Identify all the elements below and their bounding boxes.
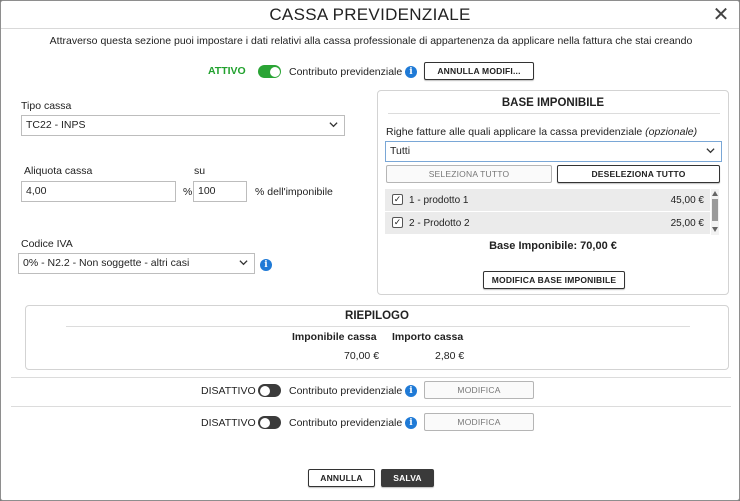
base-imponibile-title: BASE IMPONIBILE bbox=[501, 97, 605, 109]
contributo3-info-icon[interactable]: i bbox=[405, 417, 417, 429]
chevron-down-icon bbox=[706, 148, 715, 154]
aliquota-input[interactable]: 4,00 bbox=[21, 181, 176, 202]
codice-iva-select[interactable]: 0% - N2.2 - Non soggette - altri casi bbox=[18, 253, 255, 274]
salva-button[interactable]: SALVA bbox=[381, 469, 434, 487]
contributo2-info-icon[interactable]: i bbox=[405, 385, 417, 397]
seleziona-tutto-button[interactable]: SELEZIONA TUTTO bbox=[386, 165, 552, 183]
riepilogo-title: RIEPILOGO bbox=[345, 310, 409, 322]
tipo-cassa-value: TC22 - INPS bbox=[26, 119, 86, 131]
imponibile-cassa-header: Imponibile cassa bbox=[292, 331, 377, 343]
codice-iva-info-icon[interactable]: i bbox=[260, 259, 272, 271]
list-scrollbar[interactable] bbox=[711, 189, 719, 235]
divider bbox=[388, 113, 720, 114]
contributo2-label: Contributo previdenziale 2 bbox=[289, 385, 411, 397]
scrollbar-thumb[interactable] bbox=[712, 199, 718, 221]
aliquota-percent: % bbox=[183, 186, 193, 198]
dialog-titlebar: CASSA PREVIDENZIALE ✕ bbox=[1, 1, 739, 29]
modifica-base-imponibile-button[interactable]: MODIFICA BASE IMPONIBILE bbox=[483, 271, 625, 289]
contributo2-status: DISATTIVO bbox=[201, 385, 256, 397]
dialog-title: CASSA PREVIDENZIALE bbox=[269, 5, 471, 24]
importo-cassa-value: 2,80 € bbox=[435, 350, 465, 362]
divider bbox=[11, 377, 731, 378]
contributo1-toggle[interactable] bbox=[258, 65, 281, 78]
cassa-previdenziale-dialog: CASSA PREVIDENZIALE ✕ Attraverso questa … bbox=[0, 0, 740, 501]
row-checkbox[interactable]: ✓ bbox=[392, 217, 403, 228]
righe-select[interactable]: Tutti bbox=[385, 141, 722, 162]
row-name: 1 - prodotto 1 bbox=[409, 195, 469, 206]
codice-iva-value: 0% - N2.2 - Non soggette - altri casi bbox=[23, 257, 190, 269]
chevron-down-icon bbox=[239, 260, 248, 266]
chevron-down-icon bbox=[329, 122, 338, 128]
importo-cassa-header: Importo cassa bbox=[392, 331, 464, 343]
list-item[interactable]: ✓ 1 - prodotto 1 45,00 € bbox=[385, 189, 710, 211]
annulla-modifiche-button[interactable]: ANNULLA MODIFI... bbox=[424, 62, 534, 80]
base-imponibile-total: Base Imponibile: 70,00 € bbox=[489, 240, 617, 252]
list-item[interactable]: ✓ 2 - Prodotto 2 25,00 € bbox=[385, 212, 710, 234]
contributo3-label: Contributo previdenziale 3 bbox=[289, 417, 411, 429]
base-imponibile-panel: BASE IMPONIBILE Righe fatture alle quali… bbox=[377, 90, 729, 295]
modifica-contributo3-button[interactable]: MODIFICA bbox=[424, 413, 534, 431]
contributo1-status: ATTIVO bbox=[208, 65, 246, 77]
righe-select-value: Tutti bbox=[390, 145, 411, 157]
riepilogo-panel: RIEPILOGO Imponibile cassa Importo cassa… bbox=[25, 305, 729, 370]
su-suffix: % dell'imponibile bbox=[255, 186, 333, 198]
su-input[interactable]: 100 bbox=[193, 181, 247, 202]
divider bbox=[11, 406, 731, 407]
contributo3-status: DISATTIVO bbox=[201, 417, 256, 429]
divider bbox=[66, 326, 690, 327]
annulla-button[interactable]: ANNULLA bbox=[308, 469, 375, 487]
tipo-cassa-label: Tipo cassa bbox=[21, 100, 72, 112]
contributo1-label: Contributo previdenziale 1 bbox=[289, 66, 411, 78]
righe-label: Righe fatture alle quali applicare la ca… bbox=[386, 126, 698, 138]
codice-iva-label: Codice IVA bbox=[21, 238, 73, 250]
scroll-up-icon[interactable] bbox=[712, 191, 718, 196]
contributo3-toggle[interactable] bbox=[258, 416, 281, 429]
tipo-cassa-select[interactable]: TC22 - INPS bbox=[21, 115, 345, 136]
row-amount: 45,00 € bbox=[670, 195, 704, 206]
su-label: su bbox=[194, 165, 206, 177]
close-icon[interactable]: ✕ bbox=[711, 5, 731, 25]
imponibile-cassa-value: 70,00 € bbox=[344, 350, 380, 362]
row-amount: 25,00 € bbox=[670, 218, 704, 229]
row-name: 2 - Prodotto 2 bbox=[409, 218, 470, 229]
deseleziona-tutto-button[interactable]: DESELEZIONA TUTTO bbox=[557, 165, 720, 183]
scroll-down-icon[interactable] bbox=[712, 227, 718, 232]
aliquota-label: Aliquota cassa bbox=[24, 165, 93, 177]
contributo1-info-icon[interactable]: i bbox=[405, 66, 417, 78]
intro-text: Attraverso questa sezione puoi impostare… bbox=[49, 35, 693, 47]
modifica-contributo2-button[interactable]: MODIFICA bbox=[424, 381, 534, 399]
optional-label: (opzionale) bbox=[645, 126, 698, 138]
contributo2-toggle[interactable] bbox=[258, 384, 281, 397]
row-checkbox[interactable]: ✓ bbox=[392, 194, 403, 205]
